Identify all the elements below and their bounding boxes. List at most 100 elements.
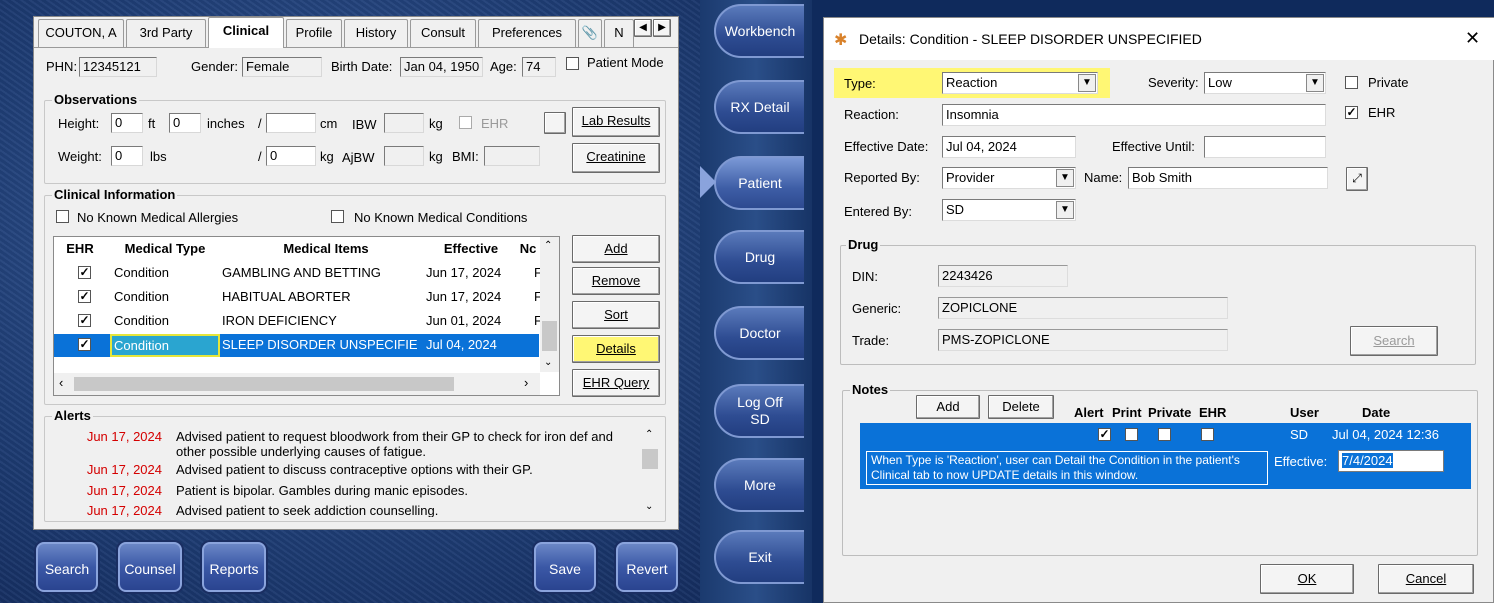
- tab-patient-name[interactable]: COUTON, A: [38, 19, 124, 47]
- tab-scroll-left-icon[interactable]: ◀: [634, 19, 652, 37]
- table-row[interactable]: ✓ Condition GAMBLING AND BETTING Jun 17,…: [54, 262, 542, 285]
- note-private-checkbox[interactable]: [1158, 428, 1171, 441]
- close-icon[interactable]: ✕: [1465, 28, 1480, 49]
- scroll-left-icon[interactable]: ‹: [59, 375, 63, 390]
- table-row[interactable]: ✓ Condition HABITUAL ABORTER Jun 17, 202…: [54, 286, 542, 309]
- tab-attachments[interactable]: 📎: [578, 19, 602, 47]
- scroll-down-icon[interactable]: ⌄: [544, 357, 552, 368]
- remove-button[interactable]: Remove: [572, 267, 660, 295]
- effective-until-input[interactable]: [1204, 136, 1326, 158]
- vertical-scrollbar[interactable]: ⌃ ⌄: [540, 237, 559, 372]
- medical-items-table[interactable]: EHR Medical Type Medical Items Effective…: [53, 236, 560, 396]
- note-effective-input[interactable]: 7/4/2024: [1338, 450, 1444, 472]
- tab-clinical[interactable]: Clinical: [208, 17, 284, 48]
- col-effective[interactable]: Effective: [426, 239, 516, 259]
- ok-button[interactable]: OK: [1260, 564, 1354, 594]
- row-item: SLEEP DISORDER UNSPECIFIE: [222, 337, 418, 352]
- ehr-query-button[interactable]: EHR Query: [572, 369, 660, 397]
- details-button[interactable]: Details: [572, 335, 660, 363]
- revert-button[interactable]: Revert: [616, 542, 678, 592]
- creatinine-button[interactable]: Creatinine: [572, 143, 660, 173]
- obs-ehr-checkbox[interactable]: [459, 116, 472, 129]
- note-print-checkbox[interactable]: [1125, 428, 1138, 441]
- lab-results-button[interactable]: Lab Results: [572, 107, 660, 137]
- reports-button[interactable]: Reports: [202, 542, 266, 592]
- type-select[interactable]: Reaction: [942, 72, 1098, 94]
- vertical-scroll-thumb[interactable]: [542, 321, 557, 351]
- patient-mode-checkbox[interactable]: [566, 57, 579, 70]
- row-type: Condition: [114, 265, 169, 280]
- notes-delete-button[interactable]: Delete: [988, 395, 1054, 419]
- search-button[interactable]: Search: [36, 542, 98, 592]
- alert-date: Jun 17, 2024: [86, 462, 162, 477]
- cancel-button[interactable]: Cancel: [1378, 564, 1474, 594]
- col-ehr[interactable]: EHR: [60, 239, 100, 259]
- tab-more[interactable]: N: [604, 19, 634, 47]
- note-row-selected[interactable]: ✓ SD Jul 04, 2024 12:36 When Type is 'Re…: [860, 423, 1471, 489]
- obs-blank-button[interactable]: [544, 112, 566, 134]
- alerts-scrollbar[interactable]: ⌃ ⌄: [640, 427, 660, 517]
- row-type-highlight: Condition: [110, 334, 220, 357]
- note-text[interactable]: When Type is 'Reaction', user can Detail…: [866, 451, 1268, 485]
- notes-add-button[interactable]: Add: [916, 395, 980, 419]
- scroll-up-icon[interactable]: ⌃: [544, 240, 552, 251]
- reaction-input[interactable]: Insomnia: [942, 104, 1326, 126]
- height-cm-input[interactable]: [266, 113, 316, 133]
- name-input[interactable]: Bob Smith: [1128, 167, 1328, 189]
- col-medical-type[interactable]: Medical Type: [110, 239, 220, 259]
- table-row[interactable]: ✓ Condition IRON DEFICIENCY Jun 01, 2024…: [54, 310, 542, 333]
- patient-rail-button[interactable]: Patient: [714, 156, 804, 210]
- tab-3rd-party[interactable]: 3rd Party: [126, 19, 206, 47]
- weight-label: Weight:: [58, 149, 102, 164]
- tab-consult[interactable]: Consult: [410, 19, 476, 47]
- horizontal-scrollbar[interactable]: ‹ ›: [54, 373, 540, 395]
- scroll-right-icon[interactable]: ›: [524, 375, 528, 390]
- row-ehr-checkbox[interactable]: ✓: [78, 314, 91, 327]
- doctor-button[interactable]: Doctor: [714, 306, 804, 360]
- drug-search-button[interactable]: Search: [1350, 326, 1438, 356]
- add-button[interactable]: Add: [572, 235, 660, 263]
- col-medical-items[interactable]: Medical Items: [226, 239, 426, 259]
- table-row-selected[interactable]: ✓ Condition SLEEP DISORDER UNSPECIFIE Ju…: [54, 334, 539, 357]
- rx-detail-button[interactable]: RX Detail: [714, 80, 804, 134]
- type-dropdown-icon[interactable]: ▼: [1078, 74, 1096, 92]
- horizontal-scroll-thumb[interactable]: [74, 377, 454, 391]
- tab-scroll-right-icon[interactable]: ▶: [653, 19, 671, 37]
- severity-dropdown-icon[interactable]: ▼: [1306, 74, 1324, 92]
- weight-lbs-input[interactable]: 0: [111, 146, 143, 166]
- save-button[interactable]: Save: [534, 542, 596, 592]
- entered-by-dropdown-icon[interactable]: ▼: [1056, 201, 1074, 219]
- row-ehr-checkbox[interactable]: ✓: [78, 290, 91, 303]
- tab-profile[interactable]: Profile: [286, 19, 342, 47]
- sort-button[interactable]: Sort: [572, 301, 660, 329]
- counsel-button[interactable]: Counsel: [118, 542, 182, 592]
- row-ehr-checkbox[interactable]: ✓: [78, 266, 91, 279]
- alerts-scroll-up-icon[interactable]: ⌃: [645, 429, 653, 440]
- nkmc-checkbox[interactable]: [331, 210, 344, 223]
- exit-button[interactable]: Exit: [714, 530, 804, 584]
- height-in-input[interactable]: 0: [169, 113, 201, 133]
- tab-preferences[interactable]: Preferences: [478, 19, 576, 47]
- tab-scroll[interactable]: ◀ ▶: [634, 19, 672, 37]
- drug-button[interactable]: Drug: [714, 230, 804, 284]
- note-ehr-checkbox[interactable]: [1201, 428, 1214, 441]
- notes-col-print: Print: [1112, 405, 1142, 420]
- alerts-scroll-down-icon[interactable]: ⌄: [645, 501, 653, 512]
- alerts-scroll-thumb[interactable]: [642, 449, 658, 469]
- nkma-checkbox[interactable]: [56, 210, 69, 223]
- private-checkbox[interactable]: [1345, 76, 1358, 89]
- tab-history[interactable]: History: [344, 19, 408, 47]
- height-ft-input[interactable]: 0: [111, 113, 143, 133]
- col-notes[interactable]: Nc: [518, 239, 538, 259]
- more-button[interactable]: More: [714, 458, 804, 512]
- weight-kg-input[interactable]: 0: [266, 146, 316, 166]
- log-off-button[interactable]: Log Off SD: [714, 384, 804, 438]
- row-ehr-checkbox[interactable]: ✓: [78, 338, 91, 351]
- expand-icon[interactable]: ⤢: [1346, 167, 1368, 191]
- effective-date-input[interactable]: Jul 04, 2024: [942, 136, 1076, 158]
- age-label: Age:: [490, 59, 517, 74]
- workbench-button[interactable]: Workbench: [714, 4, 804, 58]
- reported-by-dropdown-icon[interactable]: ▼: [1056, 169, 1074, 187]
- ehr-checkbox[interactable]: ✓: [1345, 106, 1358, 119]
- note-alert-checkbox[interactable]: ✓: [1098, 428, 1111, 441]
